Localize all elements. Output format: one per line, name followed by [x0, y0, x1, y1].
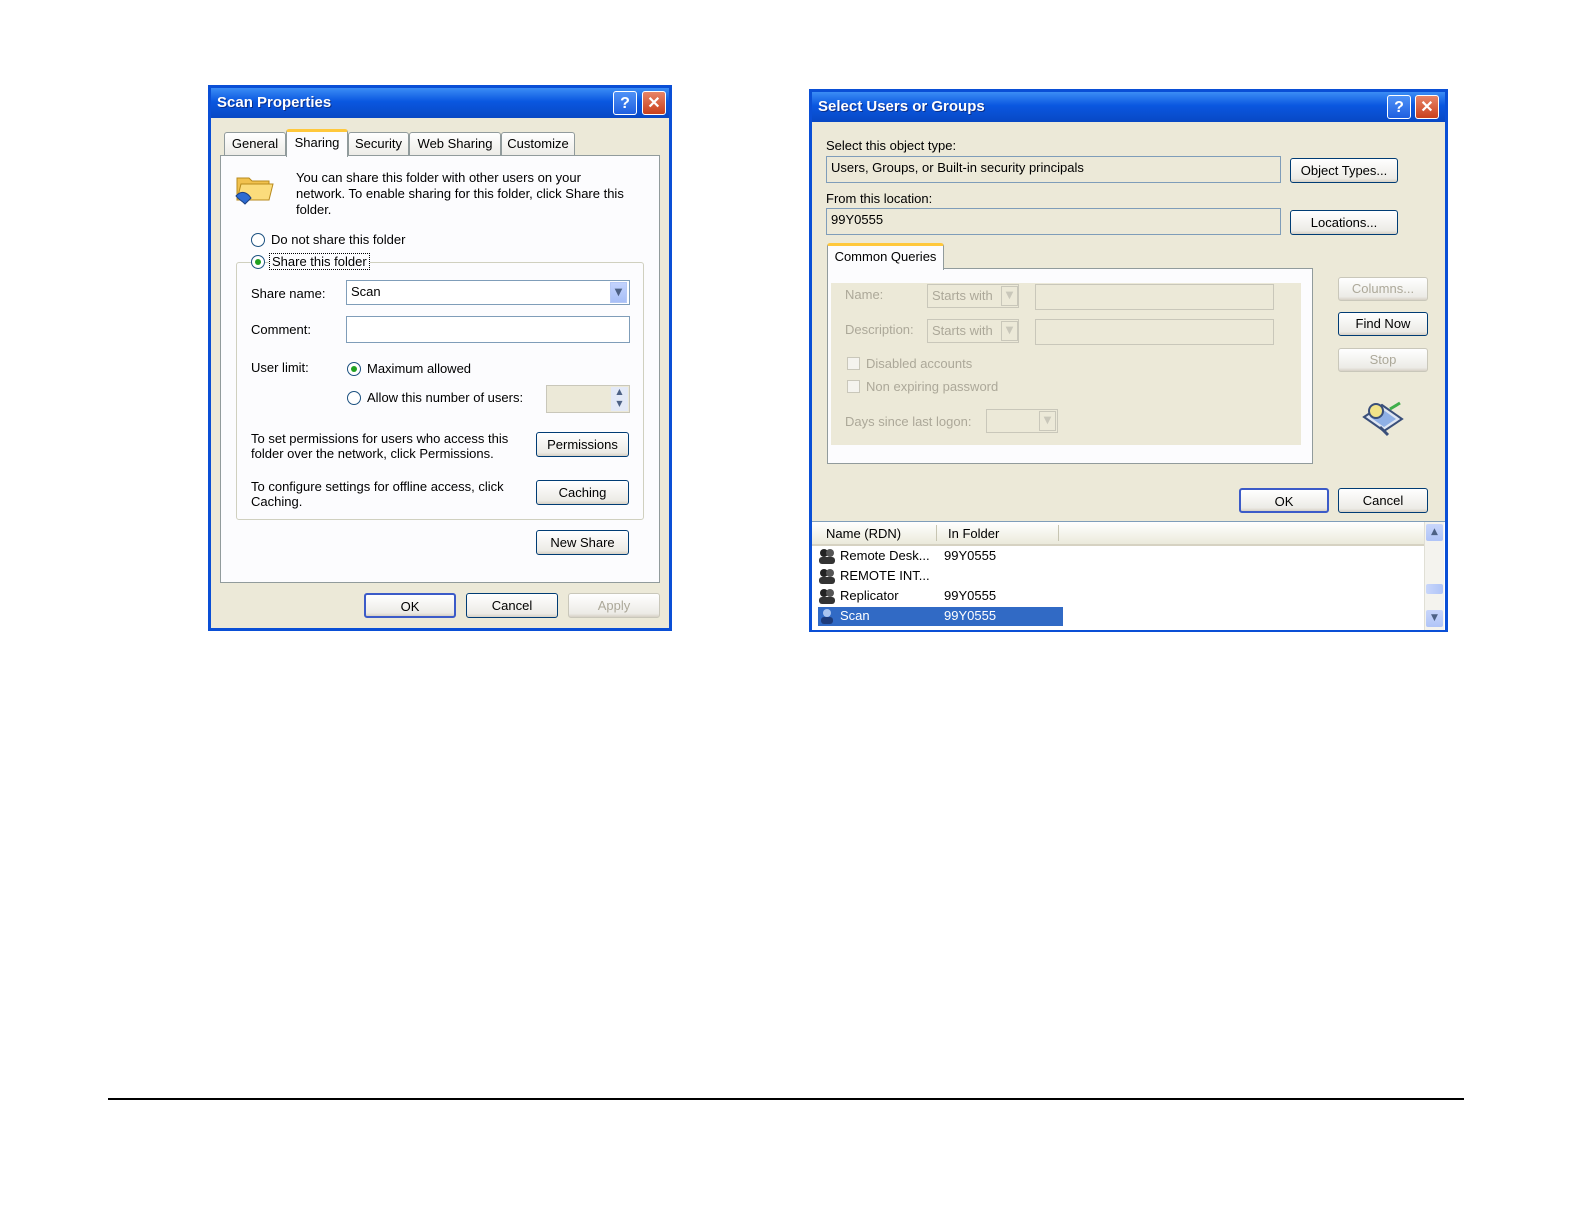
search-directory-icon — [1362, 401, 1404, 437]
close-button[interactable]: ✕ — [1415, 95, 1439, 119]
ok-button[interactable]: OK — [1239, 488, 1329, 513]
days-since-logon-label: Days since last logon: — [845, 414, 972, 429]
location-field: 99Y0555 — [826, 208, 1281, 235]
row-name: Scan — [840, 608, 870, 623]
intro-text-2: network. To enable sharing for this fold… — [296, 186, 624, 201]
comment-input[interactable] — [346, 316, 630, 343]
page-footer-rule — [108, 1098, 1464, 1100]
dialog-title: Scan Properties — [217, 94, 332, 111]
non-expiring-password-checkbox — [847, 380, 860, 393]
share-this-folder-radio[interactable] — [251, 255, 265, 269]
caching-text-2: Caching. — [251, 494, 303, 509]
tab-general[interactable]: General — [224, 132, 286, 156]
maximum-allowed-radio[interactable] — [347, 362, 361, 376]
columns-button[interactable]: Columns... — [1338, 277, 1428, 301]
chevron-down-icon: ▼ — [1039, 411, 1056, 431]
tab-common-queries[interactable]: Common Queries — [827, 243, 944, 270]
description-label: Description: — [845, 322, 914, 337]
do-not-share-label[interactable]: Do not share this folder — [271, 232, 405, 247]
do-not-share-radio[interactable] — [251, 233, 265, 247]
title-bar: Scan Properties ? ✕ — [211, 88, 669, 118]
object-type-label: Select this object type: — [826, 138, 957, 153]
row-folder: 99Y0555 — [944, 548, 997, 563]
help-button[interactable]: ? — [1387, 95, 1411, 119]
row-folder: 99Y0555 — [944, 608, 997, 623]
vertical-scrollbar[interactable]: ▲ ▼ — [1424, 522, 1444, 630]
shared-folder-icon — [235, 177, 274, 205]
scan-properties-dialog: Scan Properties ? ✕ General Sharing Secu… — [208, 85, 672, 631]
spinner-up-icon[interactable]: ▲ — [611, 387, 628, 399]
share-this-folder-label[interactable]: Share this folder — [269, 253, 370, 270]
object-types-button[interactable]: Object Types... — [1290, 158, 1398, 183]
help-button[interactable]: ? — [613, 91, 637, 115]
close-button[interactable]: ✕ — [642, 91, 666, 115]
permissions-text-1: To set permissions for users who access … — [251, 431, 509, 446]
ok-button[interactable]: OK — [364, 593, 456, 618]
apply-button[interactable]: Apply — [568, 593, 660, 618]
chevron-down-icon: ▼ — [1001, 286, 1018, 306]
permissions-button[interactable]: Permissions — [536, 432, 629, 457]
chevron-down-icon: ▼ — [1001, 321, 1018, 341]
tab-security[interactable]: Security — [348, 132, 409, 156]
find-now-button[interactable]: Find Now — [1338, 312, 1428, 336]
scroll-down-icon[interactable]: ▼ — [1426, 610, 1443, 627]
dialog-title: Select Users or Groups — [818, 98, 985, 115]
group-icon — [819, 569, 835, 584]
list-item[interactable]: Replicator 99Y0555 — [818, 587, 1063, 606]
list-header: Name (RDN) In Folder — [812, 522, 1424, 546]
allow-number-radio[interactable] — [347, 391, 361, 405]
list-item[interactable]: Remote Desk... 99Y0555 — [818, 547, 1063, 566]
column-header-folder[interactable]: In Folder — [948, 526, 999, 541]
new-share-button[interactable]: New Share — [536, 530, 629, 555]
description-input — [1035, 319, 1274, 345]
caching-text-1: To configure settings for offline access… — [251, 479, 504, 494]
comment-label: Comment: — [251, 322, 311, 337]
intro-text-3: folder. — [296, 202, 332, 217]
row-name: Remote Desk... — [840, 548, 930, 563]
disabled-accounts-label: Disabled accounts — [866, 356, 973, 371]
permissions-text-2: folder over the network, click Permissio… — [251, 446, 494, 461]
sharing-panel: You can share this folder with other use… — [220, 155, 660, 583]
cancel-button[interactable]: Cancel — [1338, 488, 1428, 513]
name-label: Name: — [845, 287, 884, 302]
chevron-down-icon[interactable]: ▼ — [610, 282, 627, 303]
tab-customize[interactable]: Customize — [501, 132, 575, 156]
row-name: Replicator — [840, 588, 899, 603]
cancel-button[interactable]: Cancel — [466, 593, 558, 618]
spinner-down-icon[interactable]: ▼ — [611, 399, 628, 411]
user-limit-label: User limit: — [251, 360, 309, 375]
list-item-selected[interactable]: Scan 99Y0555 — [818, 607, 1063, 626]
select-users-dialog: Select Users or Groups ? ✕ Select this o… — [809, 89, 1448, 632]
share-name-select[interactable]: Scan — [346, 280, 630, 305]
tab-sharing[interactable]: Sharing — [286, 129, 348, 157]
caching-button[interactable]: Caching — [536, 480, 629, 505]
list-item[interactable]: REMOTE INT... — [818, 567, 1063, 586]
row-folder: 99Y0555 — [944, 588, 997, 603]
column-divider — [1058, 525, 1059, 541]
column-divider — [936, 525, 937, 541]
column-header-name[interactable]: Name (RDN) — [826, 526, 901, 541]
group-icon — [819, 589, 835, 604]
tab-web-sharing[interactable]: Web Sharing — [409, 132, 501, 156]
intro-text-1: You can share this folder with other use… — [296, 170, 581, 185]
scroll-up-icon[interactable]: ▲ — [1426, 524, 1443, 541]
disabled-accounts-checkbox — [847, 357, 860, 370]
object-type-field: Users, Groups, or Built-in security prin… — [826, 156, 1281, 183]
title-bar: Select Users or Groups ? ✕ — [812, 92, 1445, 122]
allow-number-label[interactable]: Allow this number of users: — [367, 390, 523, 405]
maximum-allowed-label[interactable]: Maximum allowed — [367, 361, 471, 376]
non-expiring-password-label: Non expiring password — [866, 379, 999, 394]
results-list[interactable]: Name (RDN) In Folder Remote Desk... 99Y0… — [812, 521, 1445, 630]
scroll-thumb[interactable] — [1426, 584, 1443, 594]
stop-button[interactable]: Stop — [1338, 348, 1428, 372]
row-name: REMOTE INT... — [840, 568, 930, 583]
name-input — [1035, 284, 1274, 310]
common-queries-panel: Name: Starts with ▼ Description: Starts … — [827, 268, 1313, 464]
user-icon — [821, 609, 833, 624]
location-label: From this location: — [826, 191, 933, 206]
group-icon — [819, 549, 835, 564]
locations-button[interactable]: Locations... — [1290, 210, 1398, 235]
share-name-label: Share name: — [251, 286, 326, 301]
